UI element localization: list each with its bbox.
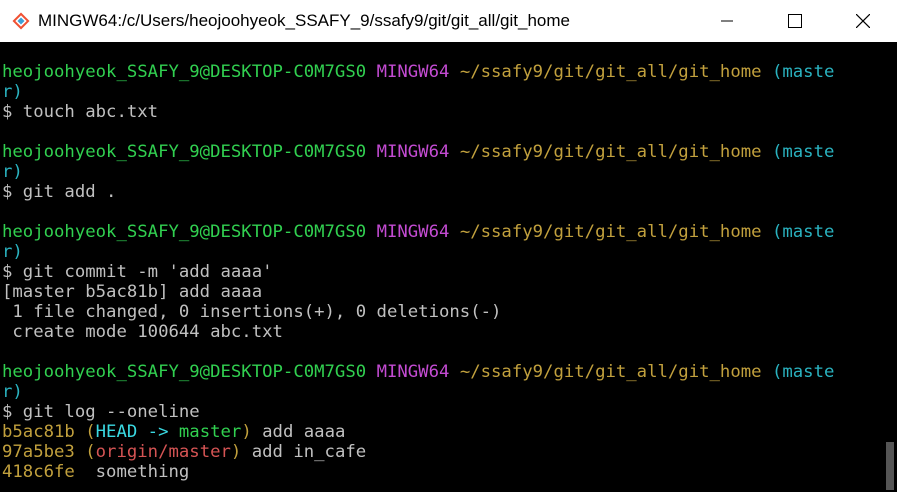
prompt-path: ~/ssafy9/git/git_all/git_home: [459, 222, 762, 242]
command-text: $ git commit -m 'add aaaa': [2, 262, 273, 282]
output-text: 1 file changed, 0 insertions(+), 0 delet…: [2, 302, 502, 322]
terminal-text: heojoohyeok_SSAFY_9@DESKTOP-C0M7GS0 MING…: [2, 62, 834, 482]
commit-message: something: [85, 462, 190, 482]
command-text: $ git add .: [2, 182, 117, 202]
ref-paren: (: [85, 442, 96, 462]
ref-paren: ): [230, 442, 242, 462]
ref-paren: ): [241, 422, 252, 442]
prompt-branch: (maste: [771, 362, 835, 382]
prompt-env: MINGW64: [376, 222, 450, 242]
maximize-button[interactable]: [761, 0, 829, 42]
prompt-line-wrap: r): [2, 242, 834, 262]
prompt-line-wrap: r): [2, 162, 834, 182]
terminal-window: MINGW64:/c/Users/heojoohyeok_SSAFY_9/ssa…: [0, 0, 897, 492]
command-line: $ touch abc.txt: [2, 102, 834, 122]
commit-hash: 97a5be3: [2, 442, 75, 462]
commit-message: add in_cafe: [241, 442, 367, 462]
commit-hash: b5ac81b: [2, 422, 75, 442]
prompt-env: MINGW64: [376, 62, 450, 82]
prompt-path: ~/ssafy9/git/git_all/git_home: [459, 62, 762, 82]
title-bar[interactable]: MINGW64:/c/Users/heojoohyeok_SSAFY_9/ssa…: [0, 0, 897, 42]
ref-head: HEAD ->: [95, 422, 179, 442]
terminal-output[interactable]: heojoohyeok_SSAFY_9@DESKTOP-C0M7GS0 MING…: [0, 42, 883, 492]
prompt-line-wrap: r): [2, 82, 834, 102]
output-line: create mode 100644 abc.txt: [2, 322, 834, 342]
prompt-branch-wrap: r): [2, 82, 23, 102]
close-button[interactable]: [829, 0, 897, 42]
output-text: [master b5ac81b] add aaaa: [2, 282, 263, 302]
log-entry: 97a5be3 (origin/master) add in_cafe: [2, 442, 834, 462]
prompt-user-host: heojoohyeok_SSAFY_9@DESKTOP-C0M7GS0: [2, 222, 367, 242]
close-icon: [856, 14, 870, 28]
prompt-branch-wrap: r): [2, 242, 23, 262]
commit-hash: 418c6fe: [2, 462, 75, 482]
log-entry: b5ac81b (HEAD -> master) add aaaa: [2, 422, 834, 442]
command-line: $ git add .: [2, 182, 834, 202]
vertical-scrollbar[interactable]: [883, 42, 897, 492]
prompt-path: ~/ssafy9/git/git_all/git_home: [459, 362, 762, 382]
prompt-line: heojoohyeok_SSAFY_9@DESKTOP-C0M7GS0 MING…: [2, 362, 834, 382]
prompt-branch-wrap: r): [2, 162, 23, 182]
prompt-branch-wrap: r): [2, 382, 23, 402]
prompt-env: MINGW64: [376, 362, 450, 382]
command-text: $ touch abc.txt: [2, 102, 159, 122]
prompt-user-host: heojoohyeok_SSAFY_9@DESKTOP-C0M7GS0: [2, 362, 367, 382]
prompt-user-host: heojoohyeok_SSAFY_9@DESKTOP-C0M7GS0: [2, 62, 367, 82]
prompt-branch: (maste: [771, 222, 835, 242]
output-line: 1 file changed, 0 insertions(+), 0 delet…: [2, 302, 834, 322]
commit-message: add aaaa: [251, 422, 346, 442]
ref-branch: master: [178, 422, 242, 442]
scrollbar-thumb[interactable]: [886, 442, 894, 490]
window-controls: [693, 0, 897, 42]
prompt-branch: (maste: [771, 62, 835, 82]
prompt-branch: (maste: [771, 142, 835, 162]
prompt-line: heojoohyeok_SSAFY_9@DESKTOP-C0M7GS0 MING…: [2, 62, 834, 82]
ref-paren: (: [85, 422, 96, 442]
command-text: $ git log --oneline: [2, 402, 200, 422]
command-line: $ git log --oneline: [2, 402, 834, 422]
command-line: $ git commit -m 'add aaaa': [2, 262, 834, 282]
prompt-path: ~/ssafy9/git/git_all/git_home: [459, 142, 762, 162]
minimize-icon: [721, 20, 733, 22]
prompt-line-wrap: r): [2, 382, 834, 402]
git-bash-icon: [11, 11, 31, 31]
window-title: MINGW64:/c/Users/heojoohyeok_SSAFY_9/ssa…: [38, 11, 570, 30]
output-text: create mode 100644 abc.txt: [2, 322, 283, 342]
prompt-env: MINGW64: [376, 142, 450, 162]
log-entry: 418c6fe something: [2, 462, 834, 482]
prompt-line: heojoohyeok_SSAFY_9@DESKTOP-C0M7GS0 MING…: [2, 142, 834, 162]
maximize-icon: [788, 14, 802, 28]
prompt-line: heojoohyeok_SSAFY_9@DESKTOP-C0M7GS0 MING…: [2, 222, 834, 242]
prompt-user-host: heojoohyeok_SSAFY_9@DESKTOP-C0M7GS0: [2, 142, 367, 162]
ref-remote: origin/master: [95, 442, 231, 462]
minimize-button[interactable]: [693, 0, 761, 42]
output-line: [master b5ac81b] add aaaa: [2, 282, 834, 302]
